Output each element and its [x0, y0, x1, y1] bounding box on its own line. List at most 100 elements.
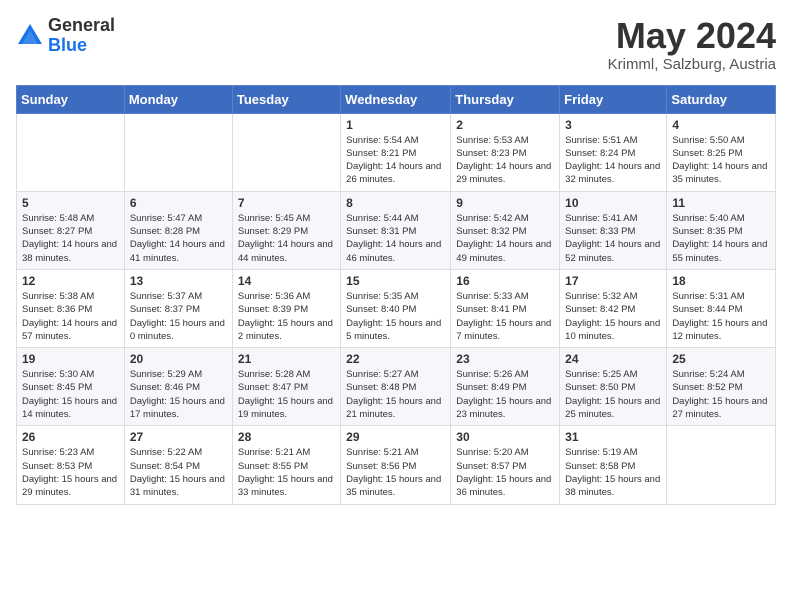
calendar-cell	[124, 113, 232, 191]
day-number: 20	[130, 352, 227, 366]
day-number: 1	[346, 118, 445, 132]
calendar-cell: 4 Sunrise: 5:50 AMSunset: 8:25 PMDaylight…	[667, 113, 776, 191]
day-info: Sunrise: 5:44 AMSunset: 8:31 PMDaylight:…	[346, 212, 445, 265]
calendar-cell: 8 Sunrise: 5:44 AMSunset: 8:31 PMDaylight…	[341, 191, 451, 269]
weekday-header-tuesday: Tuesday	[232, 85, 340, 113]
calendar-cell: 25 Sunrise: 5:24 AMSunset: 8:52 PMDayligh…	[667, 348, 776, 426]
day-info: Sunrise: 5:41 AMSunset: 8:33 PMDaylight:…	[565, 212, 661, 265]
weekday-header-row: SundayMondayTuesdayWednesdayThursdayFrid…	[17, 85, 776, 113]
day-number: 27	[130, 430, 227, 444]
day-info: Sunrise: 5:27 AMSunset: 8:48 PMDaylight:…	[346, 368, 445, 421]
calendar-cell: 18 Sunrise: 5:31 AMSunset: 8:44 PMDayligh…	[667, 269, 776, 347]
calendar-cell: 10 Sunrise: 5:41 AMSunset: 8:33 PMDayligh…	[560, 191, 667, 269]
logo-text: General Blue	[48, 16, 115, 56]
day-number: 16	[456, 274, 554, 288]
day-number: 14	[238, 274, 335, 288]
day-info: Sunrise: 5:22 AMSunset: 8:54 PMDaylight:…	[130, 446, 227, 499]
calendar-cell	[17, 113, 125, 191]
day-number: 4	[672, 118, 770, 132]
calendar-cell: 22 Sunrise: 5:27 AMSunset: 8:48 PMDayligh…	[341, 348, 451, 426]
day-info: Sunrise: 5:28 AMSunset: 8:47 PMDaylight:…	[238, 368, 335, 421]
calendar-cell: 5 Sunrise: 5:48 AMSunset: 8:27 PMDaylight…	[17, 191, 125, 269]
day-number: 31	[565, 430, 661, 444]
day-number: 13	[130, 274, 227, 288]
day-number: 28	[238, 430, 335, 444]
day-info: Sunrise: 5:24 AMSunset: 8:52 PMDaylight:…	[672, 368, 770, 421]
day-info: Sunrise: 5:48 AMSunset: 8:27 PMDaylight:…	[22, 212, 119, 265]
calendar-cell: 14 Sunrise: 5:36 AMSunset: 8:39 PMDayligh…	[232, 269, 340, 347]
calendar-cell: 15 Sunrise: 5:35 AMSunset: 8:40 PMDayligh…	[341, 269, 451, 347]
day-number: 2	[456, 118, 554, 132]
day-number: 30	[456, 430, 554, 444]
weekday-header-thursday: Thursday	[451, 85, 560, 113]
calendar-cell	[667, 426, 776, 504]
calendar-cell: 11 Sunrise: 5:40 AMSunset: 8:35 PMDayligh…	[667, 191, 776, 269]
calendar-cell: 30Sunrise: 5:20 AMSunset: 8:57 PMDayligh…	[451, 426, 560, 504]
day-number: 18	[672, 274, 770, 288]
day-number: 7	[238, 196, 335, 210]
day-info: Sunrise: 5:36 AMSunset: 8:39 PMDaylight:…	[238, 290, 335, 343]
calendar-cell: 6 Sunrise: 5:47 AMSunset: 8:28 PMDaylight…	[124, 191, 232, 269]
title-block: May 2024 Krimml, Salzburg, Austria	[608, 16, 776, 73]
calendar-cell: 29Sunrise: 5:21 AMSunset: 8:56 PMDayligh…	[341, 426, 451, 504]
logo-icon	[16, 22, 44, 50]
day-number: 22	[346, 352, 445, 366]
logo: General Blue	[16, 16, 115, 56]
day-info: Sunrise: 5:32 AMSunset: 8:42 PMDaylight:…	[565, 290, 661, 343]
calendar-cell: 17 Sunrise: 5:32 AMSunset: 8:42 PMDayligh…	[560, 269, 667, 347]
day-info: Sunrise: 5:33 AMSunset: 8:41 PMDaylight:…	[456, 290, 554, 343]
day-number: 15	[346, 274, 445, 288]
day-number: 6	[130, 196, 227, 210]
day-number: 25	[672, 352, 770, 366]
calendar-cell: 21 Sunrise: 5:28 AMSunset: 8:47 PMDayligh…	[232, 348, 340, 426]
calendar-cell: 1 Sunrise: 5:54 AMSunset: 8:21 PMDaylight…	[341, 113, 451, 191]
day-number: 11	[672, 196, 770, 210]
calendar-cell: 24Sunrise: 5:25 AMSunset: 8:50 PMDayligh…	[560, 348, 667, 426]
day-info: Sunrise: 5:23 AMSunset: 8:53 PMDaylight:…	[22, 446, 119, 499]
day-number: 12	[22, 274, 119, 288]
weekday-header-saturday: Saturday	[667, 85, 776, 113]
calendar-cell: 23Sunrise: 5:26 AMSunset: 8:49 PMDayligh…	[451, 348, 560, 426]
location-subtitle: Krimml, Salzburg, Austria	[608, 56, 776, 73]
day-number: 26	[22, 430, 119, 444]
day-info: Sunrise: 5:37 AMSunset: 8:37 PMDaylight:…	[130, 290, 227, 343]
day-info: Sunrise: 5:19 AMSunset: 8:58 PMDaylight:…	[565, 446, 661, 499]
day-number: 17	[565, 274, 661, 288]
weekday-header-sunday: Sunday	[17, 85, 125, 113]
day-number: 10	[565, 196, 661, 210]
day-info: Sunrise: 5:47 AMSunset: 8:28 PMDaylight:…	[130, 212, 227, 265]
day-info: Sunrise: 5:53 AMSunset: 8:23 PMDaylight:…	[456, 134, 554, 187]
day-info: Sunrise: 5:42 AMSunset: 8:32 PMDaylight:…	[456, 212, 554, 265]
calendar-cell: 12Sunrise: 5:38 AMSunset: 8:36 PMDayligh…	[17, 269, 125, 347]
calendar-cell: 9 Sunrise: 5:42 AMSunset: 8:32 PMDaylight…	[451, 191, 560, 269]
day-info: Sunrise: 5:29 AMSunset: 8:46 PMDaylight:…	[130, 368, 227, 421]
calendar-cell: 13 Sunrise: 5:37 AMSunset: 8:37 PMDayligh…	[124, 269, 232, 347]
day-info: Sunrise: 5:40 AMSunset: 8:35 PMDaylight:…	[672, 212, 770, 265]
calendar-week-row: 12Sunrise: 5:38 AMSunset: 8:36 PMDayligh…	[17, 269, 776, 347]
day-number: 5	[22, 196, 119, 210]
day-info: Sunrise: 5:35 AMSunset: 8:40 PMDaylight:…	[346, 290, 445, 343]
calendar-cell: 19Sunrise: 5:30 AMSunset: 8:45 PMDayligh…	[17, 348, 125, 426]
calendar-cell: 31 Sunrise: 5:19 AMSunset: 8:58 PMDayligh…	[560, 426, 667, 504]
day-number: 21	[238, 352, 335, 366]
month-title: May 2024	[608, 16, 776, 56]
day-info: Sunrise: 5:31 AMSunset: 8:44 PMDaylight:…	[672, 290, 770, 343]
weekday-header-friday: Friday	[560, 85, 667, 113]
day-number: 8	[346, 196, 445, 210]
day-info: Sunrise: 5:45 AMSunset: 8:29 PMDaylight:…	[238, 212, 335, 265]
calendar-cell: 16 Sunrise: 5:33 AMSunset: 8:41 PMDayligh…	[451, 269, 560, 347]
day-number: 19	[22, 352, 119, 366]
page-header: General Blue May 2024 Krimml, Salzburg, …	[16, 16, 776, 73]
calendar-cell: 20 Sunrise: 5:29 AMSunset: 8:46 PMDayligh…	[124, 348, 232, 426]
weekday-header-wednesday: Wednesday	[341, 85, 451, 113]
calendar-cell: 7 Sunrise: 5:45 AMSunset: 8:29 PMDaylight…	[232, 191, 340, 269]
calendar-week-row: 19Sunrise: 5:30 AMSunset: 8:45 PMDayligh…	[17, 348, 776, 426]
day-info: Sunrise: 5:54 AMSunset: 8:21 PMDaylight:…	[346, 134, 445, 187]
calendar-week-row: 1 Sunrise: 5:54 AMSunset: 8:21 PMDaylight…	[17, 113, 776, 191]
calendar-cell: 28 Sunrise: 5:21 AMSunset: 8:55 PMDayligh…	[232, 426, 340, 504]
day-number: 9	[456, 196, 554, 210]
day-info: Sunrise: 5:50 AMSunset: 8:25 PMDaylight:…	[672, 134, 770, 187]
day-number: 24	[565, 352, 661, 366]
calendar-cell: 27 Sunrise: 5:22 AMSunset: 8:54 PMDayligh…	[124, 426, 232, 504]
day-info: Sunrise: 5:21 AMSunset: 8:55 PMDaylight:…	[238, 446, 335, 499]
